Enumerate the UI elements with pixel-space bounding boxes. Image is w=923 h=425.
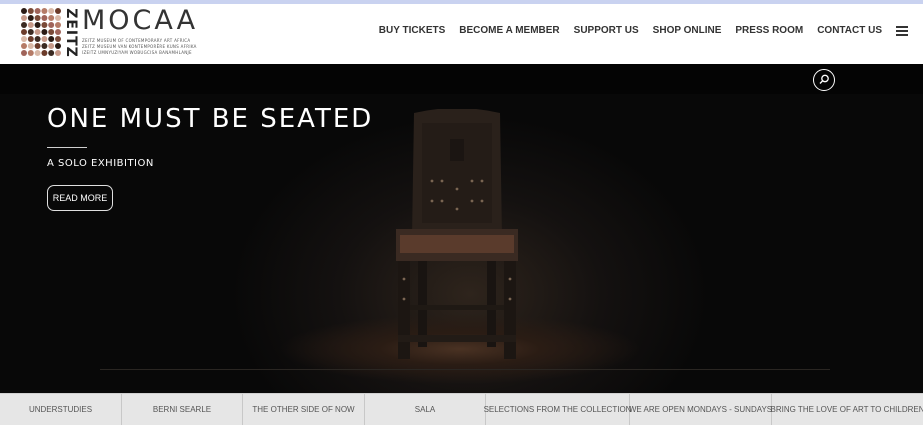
- nav-buy-tickets[interactable]: BUY TICKETS: [379, 25, 446, 36]
- tab-selections-from-the-collection[interactable]: SELECTIONS FROM THE COLLECTION: [484, 394, 631, 425]
- hero-banner: ONE MUST BE SEATED A SOLO EXHIBITION REA…: [0, 64, 923, 393]
- nav-press-room[interactable]: PRESS ROOM: [735, 25, 803, 36]
- tab-berni-searle[interactable]: BERNI SEARLE: [122, 394, 243, 425]
- logo-mocaa-wordmark: MOCAA: [82, 5, 199, 36]
- hero-top-band: [0, 64, 923, 94]
- tab-bring-the-love-of-art-to-children[interactable]: BRING THE LOVE OF ART TO CHILDREN: [771, 394, 923, 425]
- logo-subtitle-line-1: ZEITZ MUSEUM OF CONTEMPORARY ART AFRICA: [82, 38, 191, 43]
- main-navigation: BUY TICKETS BECOME A MEMBER SUPPORT US S…: [379, 4, 882, 56]
- read-more-button[interactable]: READ MORE: [47, 185, 113, 211]
- chair-artwork-image: [396, 109, 518, 359]
- tab-sala[interactable]: SALA: [365, 394, 486, 425]
- logo-dot-grid: [21, 8, 61, 56]
- search-icon[interactable]: [813, 69, 835, 91]
- nav-become-a-member[interactable]: BECOME A MEMBER: [459, 25, 559, 36]
- zeitz-mocaa-logo[interactable]: ZEITZ MOCAA ZEITZ MUSEUM OF CONTEMPORARY…: [20, 5, 196, 59]
- hero-ground-line: [100, 369, 830, 370]
- hamburger-menu-icon[interactable]: [896, 26, 908, 36]
- hero-subtitle: A SOLO EXHIBITION: [47, 158, 154, 169]
- tab-the-other-side-of-now[interactable]: THE OTHER SIDE OF NOW: [243, 394, 365, 425]
- site-header: ZEITZ MOCAA ZEITZ MUSEUM OF CONTEMPORARY…: [0, 4, 923, 64]
- nav-support-us[interactable]: SUPPORT US: [574, 25, 639, 36]
- tab-understudies[interactable]: UNDERSTUDIES: [0, 394, 122, 425]
- nav-shop-online[interactable]: SHOP ONLINE: [653, 25, 722, 36]
- logo-zeitz-wordmark: ZEITZ: [63, 8, 79, 58]
- nav-contact-us[interactable]: CONTACT US: [817, 25, 882, 36]
- hero-divider: [47, 147, 87, 148]
- logo-subtitle-line-3: IZEITZ UMNYUZIYAM WOBUGCISA BANAMHLANJE: [82, 50, 192, 55]
- exhibition-tab-bar: UNDERSTUDIES BERNI SEARLE THE OTHER SIDE…: [0, 393, 923, 425]
- tab-we-are-open-mondays-sundays[interactable]: WE ARE OPEN MONDAYS - SUNDAYS: [629, 394, 772, 425]
- logo-subtitle-line-2: ZEITZ MUSEUM VAN KONTEMPORÊRE KUNS AFRIK…: [82, 44, 197, 49]
- hero-title: ONE MUST BE SEATED: [47, 104, 374, 134]
